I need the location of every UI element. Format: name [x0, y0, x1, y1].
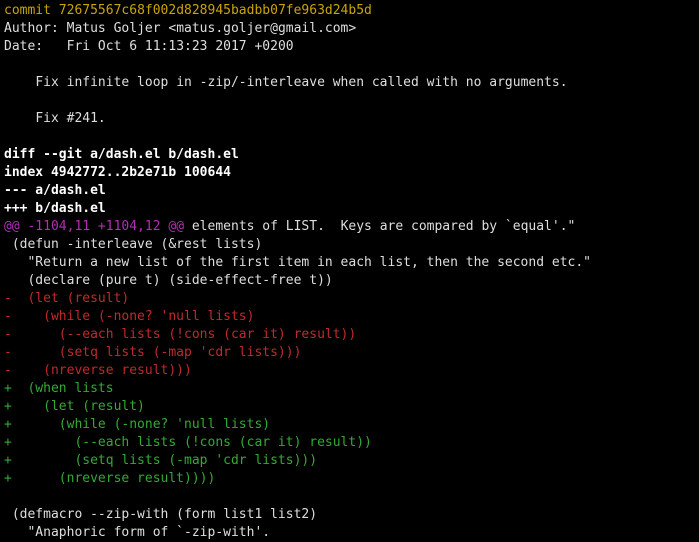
- index-line: index 4942772..2b2e71b 100644: [4, 165, 231, 180]
- commit-msg-1: Fix infinite loop in -zip/-interleave wh…: [4, 75, 568, 90]
- hunk-context-tail: elements of LIST. Keys are compared by `…: [184, 219, 575, 234]
- added-line: + (let (result): [4, 399, 145, 414]
- minus-file: --- a/dash.el: [4, 183, 106, 198]
- ctx-line: "Anaphoric form of `-zip-with'.: [4, 525, 270, 540]
- author-label: Author:: [4, 21, 59, 36]
- date-line: Date: Fri Oct 6 11:13:23 2017 +0200: [4, 39, 294, 54]
- added-line: + (setq lists (-map 'cdr lists))): [4, 453, 317, 468]
- ctx-line: (defmacro --zip-with (form list1 list2): [4, 507, 317, 522]
- commit-hash: 72675567c68f002d828945badbb07fe963d24b5d: [59, 3, 372, 18]
- commit-msg-2: Fix #241.: [4, 111, 106, 126]
- added-line: + (while (-none? 'null lists): [4, 417, 270, 432]
- added-line: + (nreverse result)))): [4, 471, 215, 486]
- hunk-range: -1104,11 +1104,12: [20, 219, 169, 234]
- plus-file: +++ b/dash.el: [4, 201, 106, 216]
- ctx-line: (defun -interleave (&rest lists): [4, 237, 262, 252]
- ctx-line: (declare (pure t) (side-effect-free t)): [4, 273, 333, 288]
- hunk-header: @@ -1104,11 +1104,12 @@ elements of LIST…: [4, 219, 575, 234]
- removed-line: - (let (result): [4, 291, 129, 306]
- commit-label: commit: [4, 3, 51, 18]
- removed-line: - (while (-none? 'null lists): [4, 309, 254, 324]
- added-line: + (when lists: [4, 381, 114, 396]
- hunk-at-close: @@: [168, 219, 184, 234]
- date-value: Fri Oct 6 11:13:23 2017 +0200: [67, 39, 294, 54]
- added-line: + (--each lists (!cons (car it) result)): [4, 435, 372, 450]
- git-diff-output: commit 72675567c68f002d828945badbb07fe96…: [0, 0, 699, 542]
- ctx-line: "Return a new list of the first item in …: [4, 255, 591, 270]
- author-value: Matus Goljer <matus.goljer@gmail.com>: [67, 21, 357, 36]
- removed-line: - (setq lists (-map 'cdr lists))): [4, 345, 301, 360]
- date-label: Date:: [4, 39, 43, 54]
- diff-header: diff --git a/dash.el b/dash.el: [4, 147, 239, 162]
- removed-line: - (nreverse result))): [4, 363, 192, 378]
- hunk-at-open: @@: [4, 219, 20, 234]
- author-line: Author: Matus Goljer <matus.goljer@gmail…: [4, 21, 356, 36]
- removed-line: - (--each lists (!cons (car it) result)): [4, 327, 356, 342]
- commit-line: commit 72675567c68f002d828945badbb07fe96…: [4, 3, 372, 18]
